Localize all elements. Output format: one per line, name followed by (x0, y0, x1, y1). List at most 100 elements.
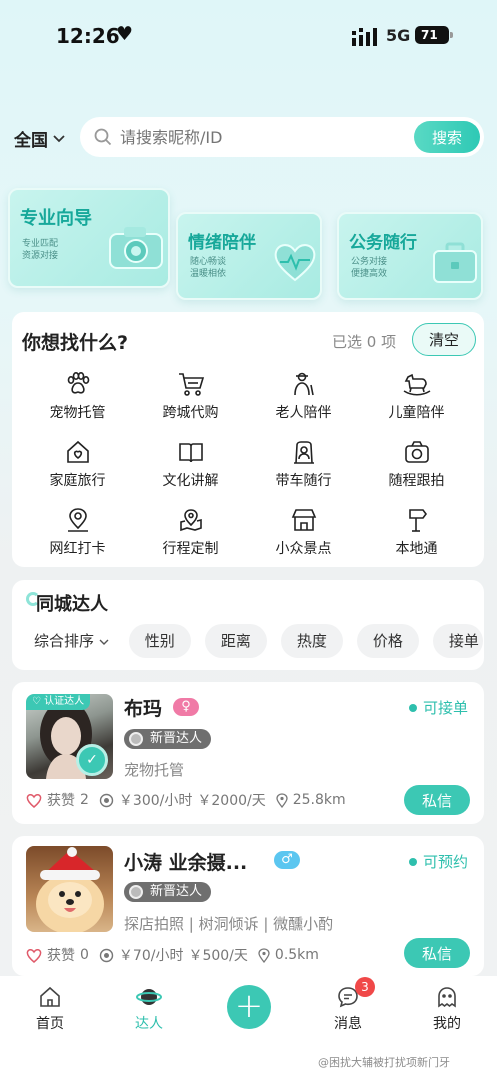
signpost-icon (408, 509, 427, 532)
location-icon (276, 792, 288, 808)
availability-status: 可接单 (409, 697, 468, 718)
search-input[interactable] (120, 127, 410, 147)
service-elderly-care[interactable]: 老人陪伴 (247, 370, 360, 422)
talent-name: 小涛 业余摄... (124, 852, 248, 874)
badge-icon (129, 732, 143, 746)
add-button[interactable]: + (227, 985, 271, 1029)
card-sub-2: 温暖相依 (190, 269, 227, 279)
service-pet-care[interactable]: 宠物托管 (21, 370, 134, 422)
service-label: 本地通 (395, 541, 438, 557)
card-sub-2: 便捷高效 (351, 269, 388, 279)
book-icon (178, 443, 203, 463)
selected-prefix: 已选 (332, 333, 363, 351)
service-panel-title: 你想找什么? (22, 332, 129, 354)
tab-label: 首页 (36, 1016, 64, 1032)
status-badge: 新晋达人 (124, 729, 212, 749)
verified-tag: ♡ 认证达人 (26, 694, 91, 710)
avatar[interactable]: ♡ 认证达人 ✓ (26, 694, 113, 779)
service-niche-spots[interactable]: 小众景点 (247, 506, 360, 558)
service-photography[interactable]: 随程跟拍 (360, 438, 473, 490)
service-itinerary-custom[interactable]: 行程定制 (134, 506, 247, 558)
message-button[interactable]: 私信 (404, 785, 470, 815)
filter-gender[interactable]: 性别 (128, 624, 191, 658)
driver-icon (293, 441, 314, 464)
service-label: 带车随行 (275, 473, 332, 489)
badge-label: 新晋达人 (150, 731, 203, 746)
likes-label: 获赞 (47, 948, 75, 964)
service-label: 小众景点 (275, 541, 332, 557)
map-pin-icon (179, 509, 202, 532)
filter-bar: 综合排序 性别 距离 热度 价格 接单 (22, 624, 483, 658)
service-family-travel[interactable]: 家庭旅行 (21, 438, 134, 490)
price-day: ￥500/天 (188, 948, 248, 964)
cart-icon (178, 373, 204, 396)
location-icon (258, 947, 270, 963)
search-button[interactable]: 搜索 (414, 121, 480, 153)
service-local-expert[interactable]: 本地通 (360, 506, 473, 558)
coin-icon (99, 793, 114, 807)
coin-icon (99, 948, 114, 962)
category-card-guide[interactable]: 专业向导 专业匹配 资源对接 (8, 188, 170, 288)
service-influencer-spots[interactable]: 网红打卡 (21, 506, 134, 558)
briefcase-icon (433, 242, 477, 283)
talent-meta: 获赞 2 ￥300/小时 ￥2000/天 25.8km (26, 790, 346, 810)
filter-popularity[interactable]: 热度 (280, 624, 343, 658)
category-card-business[interactable]: 公务随行 公务对接 便捷高效 (337, 212, 483, 300)
card-sub-1: 公务对接 (351, 257, 388, 267)
filter-price[interactable]: 价格 (356, 624, 419, 658)
status-time: 12:26 (56, 24, 120, 48)
category-card-companion[interactable]: 情绪陪伴 随心畅谈 温暖相依 (176, 212, 322, 300)
service-cross-city-shopping[interactable]: 跨城代购 (134, 370, 247, 422)
clear-button[interactable]: 清空 (412, 323, 476, 356)
ghost-user-icon (438, 987, 456, 1008)
filter-orders[interactable]: 接单 (432, 624, 483, 658)
likes-count: 0 (80, 947, 89, 963)
likes-label: 获赞 (47, 793, 75, 809)
planet-icon (136, 989, 162, 1005)
service-culture-guide[interactable]: 文化讲解 (134, 438, 247, 490)
elderly-icon (293, 372, 314, 396)
selected-suffix: 项 (381, 333, 397, 351)
talent-services: 宠物托管 (124, 761, 185, 779)
tab-talents[interactable]: 达人 (119, 985, 179, 1033)
dog-photo-image (36, 847, 104, 932)
service-label: 行程定制 (162, 541, 219, 557)
status-text: 可预约 (423, 853, 469, 871)
status-dot-icon (409, 857, 417, 866)
service-label: 儿童陪伴 (388, 405, 445, 421)
tab-profile[interactable]: 我的 (417, 985, 477, 1033)
home-heart-icon (66, 440, 89, 463)
heart-pulse-icon (274, 244, 316, 282)
service-label: 跨城代购 (162, 405, 219, 421)
camera-outline-icon (404, 441, 429, 463)
shop-icon (291, 509, 316, 531)
filter-distance[interactable]: 距离 (204, 624, 267, 658)
filter-label: 综合排序 (34, 632, 95, 650)
distance: 0.5km (274, 947, 319, 963)
region-selector[interactable]: 全国 (14, 126, 66, 151)
service-label: 家庭旅行 (49, 473, 106, 489)
selected-count: 已选 0 项 (332, 331, 396, 352)
tab-home[interactable]: 首页 (20, 985, 80, 1033)
price-hour: ￥70/小时 (118, 948, 184, 964)
watermark: @困扰大辅被打扰项新门牙 (318, 1056, 450, 1069)
service-car-escort[interactable]: 带车随行 (247, 438, 360, 490)
rocking-horse-icon (403, 373, 430, 396)
like-heart-icon[interactable] (26, 793, 42, 808)
message-button[interactable]: 私信 (404, 938, 470, 968)
status-text: 可接单 (423, 699, 469, 717)
home-icon (40, 986, 60, 1007)
avatar[interactable] (26, 846, 113, 932)
status-dot-icon (409, 703, 417, 712)
talent-meta: 获赞 0 ￥70/小时 ￥500/天 0.5km (26, 945, 319, 965)
filter-sort[interactable]: 综合排序 (22, 624, 115, 658)
service-child-care[interactable]: 儿童陪伴 (360, 370, 473, 422)
card-sub-2: 资源对接 (22, 251, 59, 261)
certified-seal-icon: ✓ (76, 744, 108, 776)
like-heart-icon[interactable] (26, 948, 42, 963)
location-heart-icon (67, 508, 88, 532)
signal-icon (352, 28, 377, 46)
male-icon: ♂ (274, 851, 300, 869)
paw-icon (67, 371, 89, 394)
service-label: 随程跟拍 (388, 473, 445, 489)
